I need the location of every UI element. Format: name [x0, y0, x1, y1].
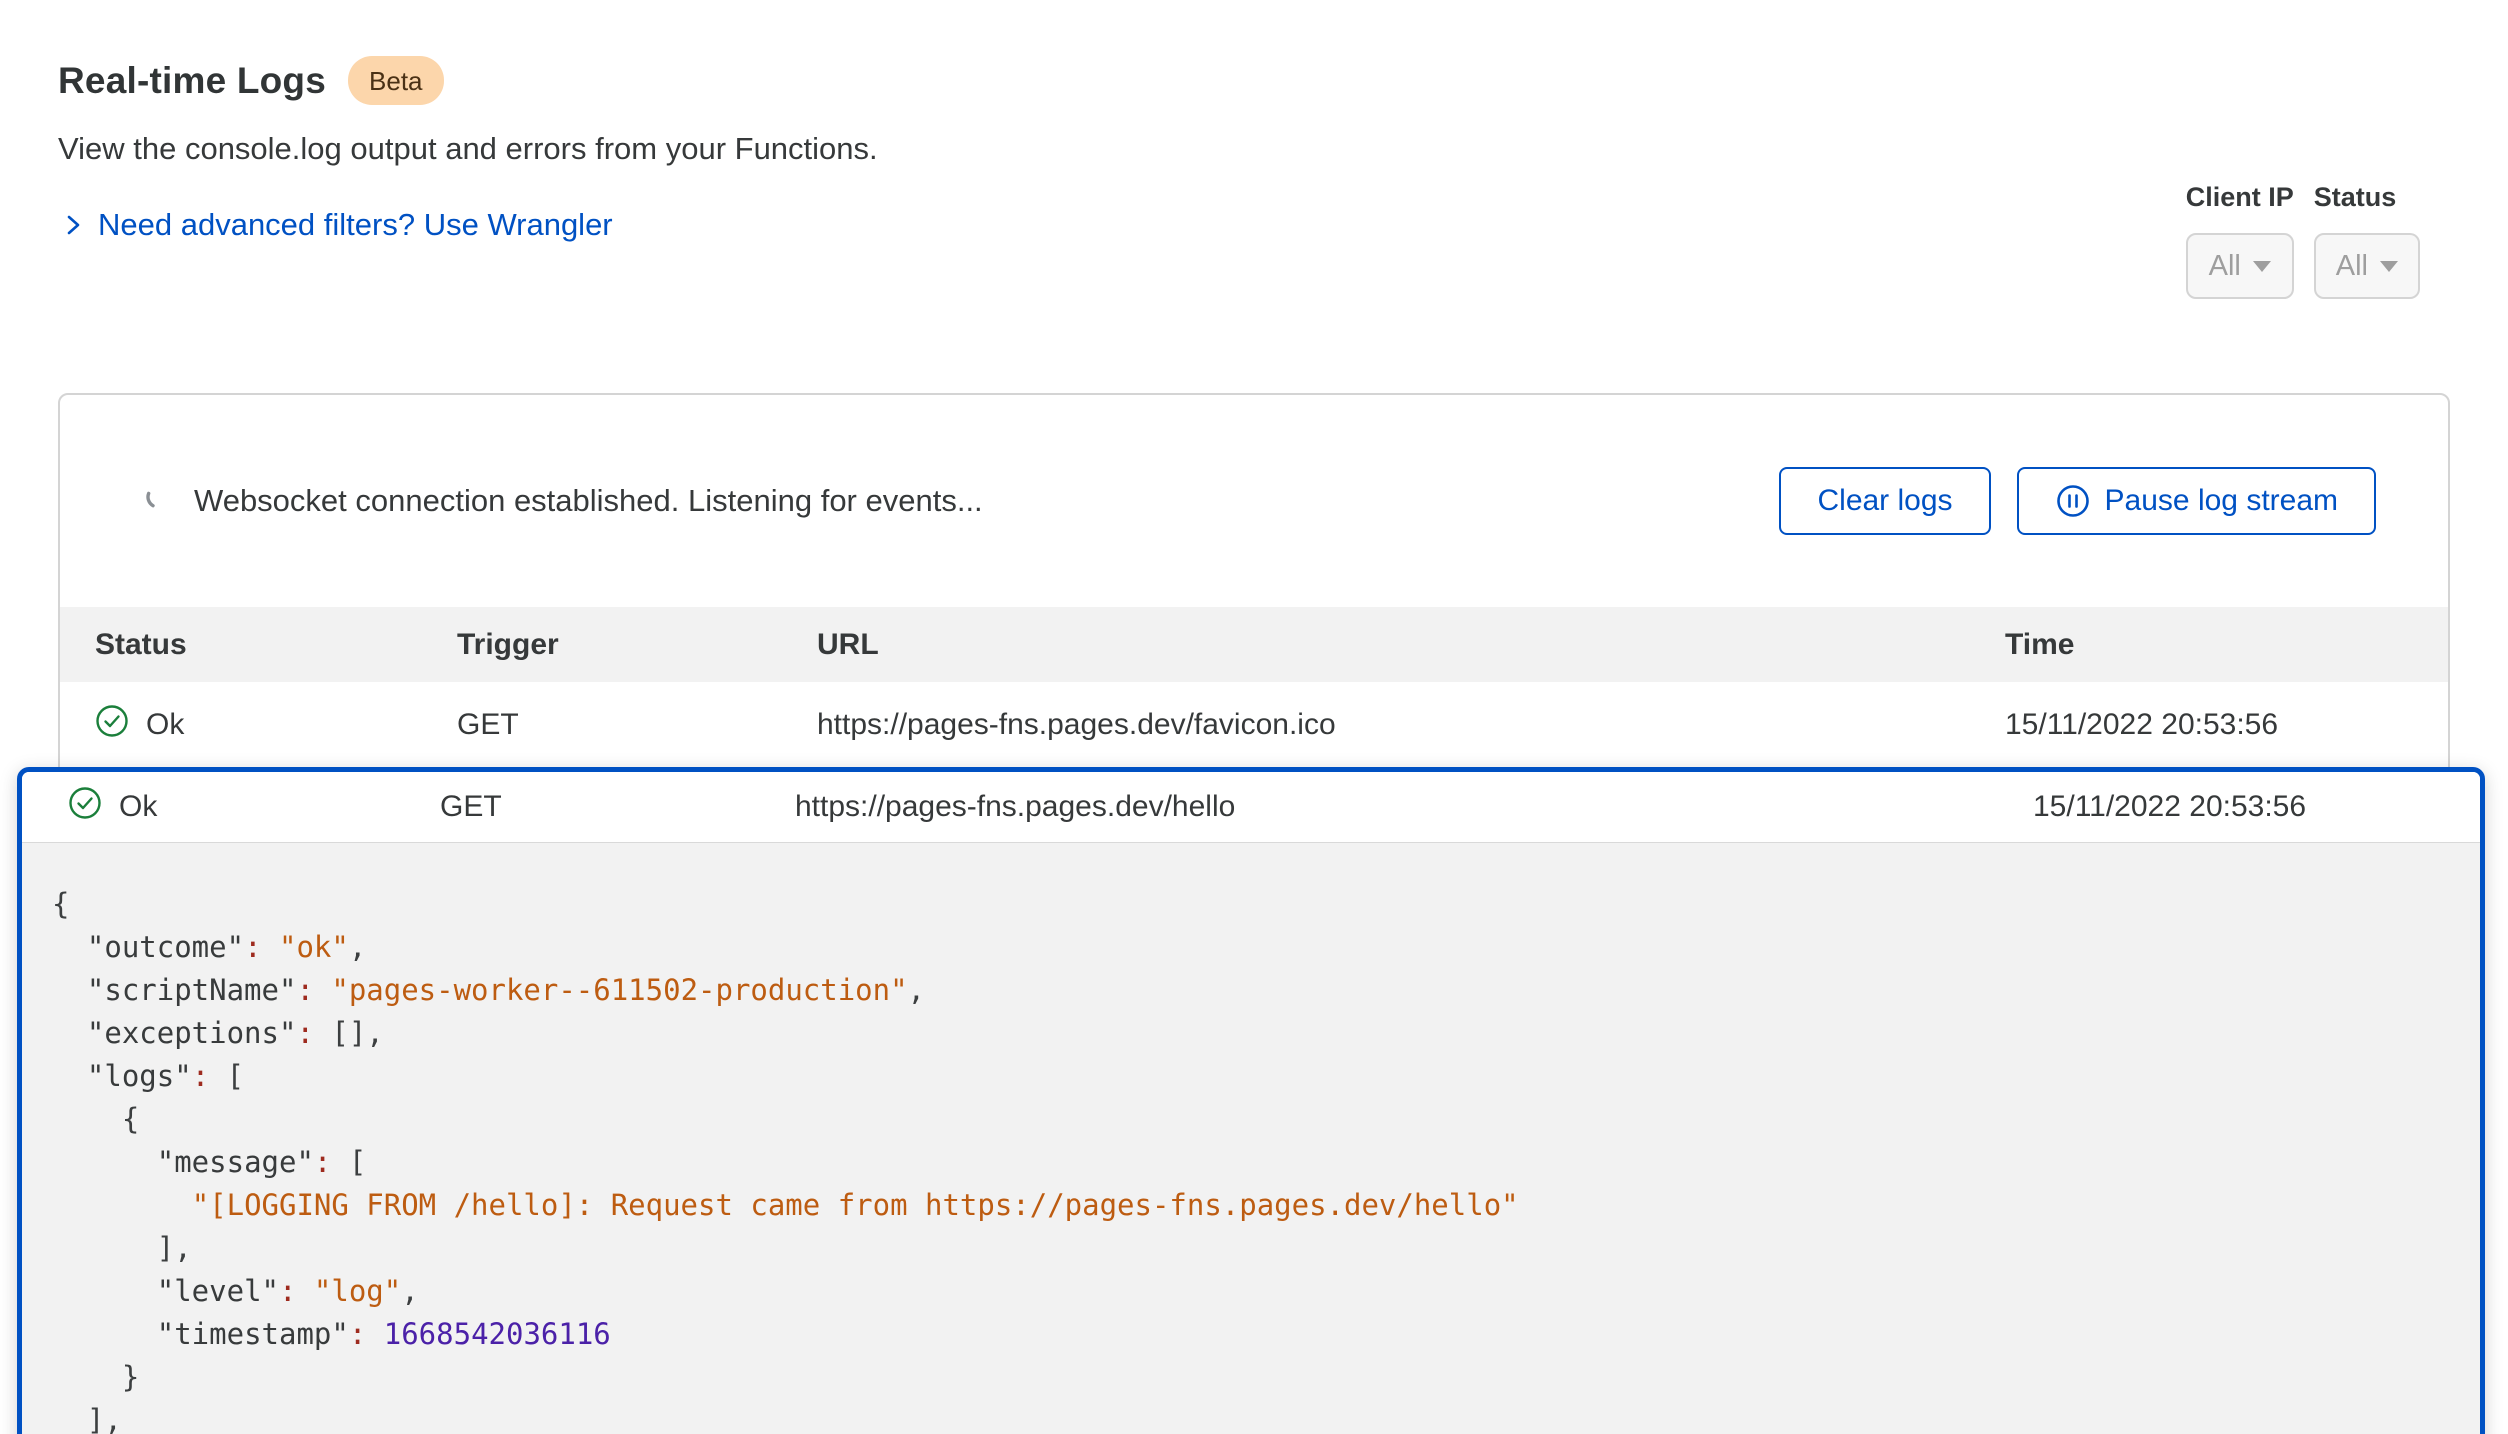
filters: Client IP All Status All: [2186, 182, 2420, 299]
websocket-status: Websocket connection established. Listen…: [144, 483, 983, 519]
log-time: 15/11/2022 20:53:56: [2005, 708, 2413, 742]
log-table-header: Status Trigger URL Time: [60, 607, 2448, 682]
page-header: Real-time Logs Beta: [58, 56, 2450, 105]
log-panel: Websocket connection established. Listen…: [58, 393, 2450, 1434]
wrangler-link-label: Need advanced filters? Use Wrangler: [98, 207, 613, 243]
check-circle-icon: [68, 786, 102, 828]
check-circle-icon: [95, 704, 129, 746]
client-ip-filter-value: All: [2209, 250, 2241, 283]
page-description: View the console.log output and errors f…: [58, 131, 2450, 167]
caret-down-icon: [2253, 261, 2271, 272]
filter-client-ip: Client IP All: [2186, 182, 2294, 299]
websocket-status-message: Websocket connection established. Listen…: [194, 483, 983, 519]
pause-log-stream-button[interactable]: Pause log stream: [2017, 467, 2376, 535]
status-filter-value: All: [2336, 250, 2368, 283]
clear-logs-button[interactable]: Clear logs: [1779, 467, 1990, 535]
client-ip-filter-dropdown[interactable]: All: [2186, 233, 2294, 299]
page-title: Real-time Logs: [58, 60, 326, 102]
log-trigger: GET: [440, 790, 795, 824]
json-log-viewer: { "outcome": "ok", "scriptName": "pages-…: [22, 842, 2480, 1434]
log-status-label: Ok: [119, 790, 157, 824]
caret-down-icon: [2380, 261, 2398, 272]
column-header-status: Status: [95, 628, 457, 662]
column-header-url: URL: [817, 628, 2005, 662]
log-trigger: GET: [457, 708, 817, 742]
spinner-icon: [144, 483, 172, 519]
wrangler-link[interactable]: Need advanced filters? Use Wrangler: [58, 207, 613, 243]
column-header-time: Time: [2005, 628, 2413, 662]
log-row-favicon[interactable]: Ok GET https://pages-fns.pages.dev/favic…: [60, 682, 2448, 767]
log-url: https://pages-fns.pages.dev/favicon.ico: [817, 708, 2005, 742]
log-url: https://pages-fns.pages.dev/hello: [795, 790, 2033, 824]
client-ip-filter-label: Client IP: [2186, 182, 2294, 213]
realtime-logs-page: Real-time Logs Beta View the console.log…: [0, 0, 2508, 1434]
log-panel-toolbar: Websocket connection established. Listen…: [60, 395, 2448, 607]
expanded-log-card: Ok GET https://pages-fns.pages.dev/hello…: [17, 767, 2485, 1434]
beta-badge: Beta: [348, 56, 444, 105]
pause-log-stream-label: Pause log stream: [2105, 484, 2338, 518]
log-row-hello-expanded[interactable]: Ok GET https://pages-fns.pages.dev/hello…: [22, 772, 2480, 842]
column-header-trigger: Trigger: [457, 628, 817, 662]
pause-circle-icon: [2055, 483, 2091, 519]
log-status-label: Ok: [146, 708, 184, 742]
chevron-right-icon: [58, 210, 88, 240]
filter-status: Status All: [2314, 182, 2420, 299]
status-filter-dropdown[interactable]: All: [2314, 233, 2420, 299]
log-time: 15/11/2022 20:53:56: [2033, 790, 2434, 824]
status-filter-label: Status: [2314, 182, 2420, 213]
